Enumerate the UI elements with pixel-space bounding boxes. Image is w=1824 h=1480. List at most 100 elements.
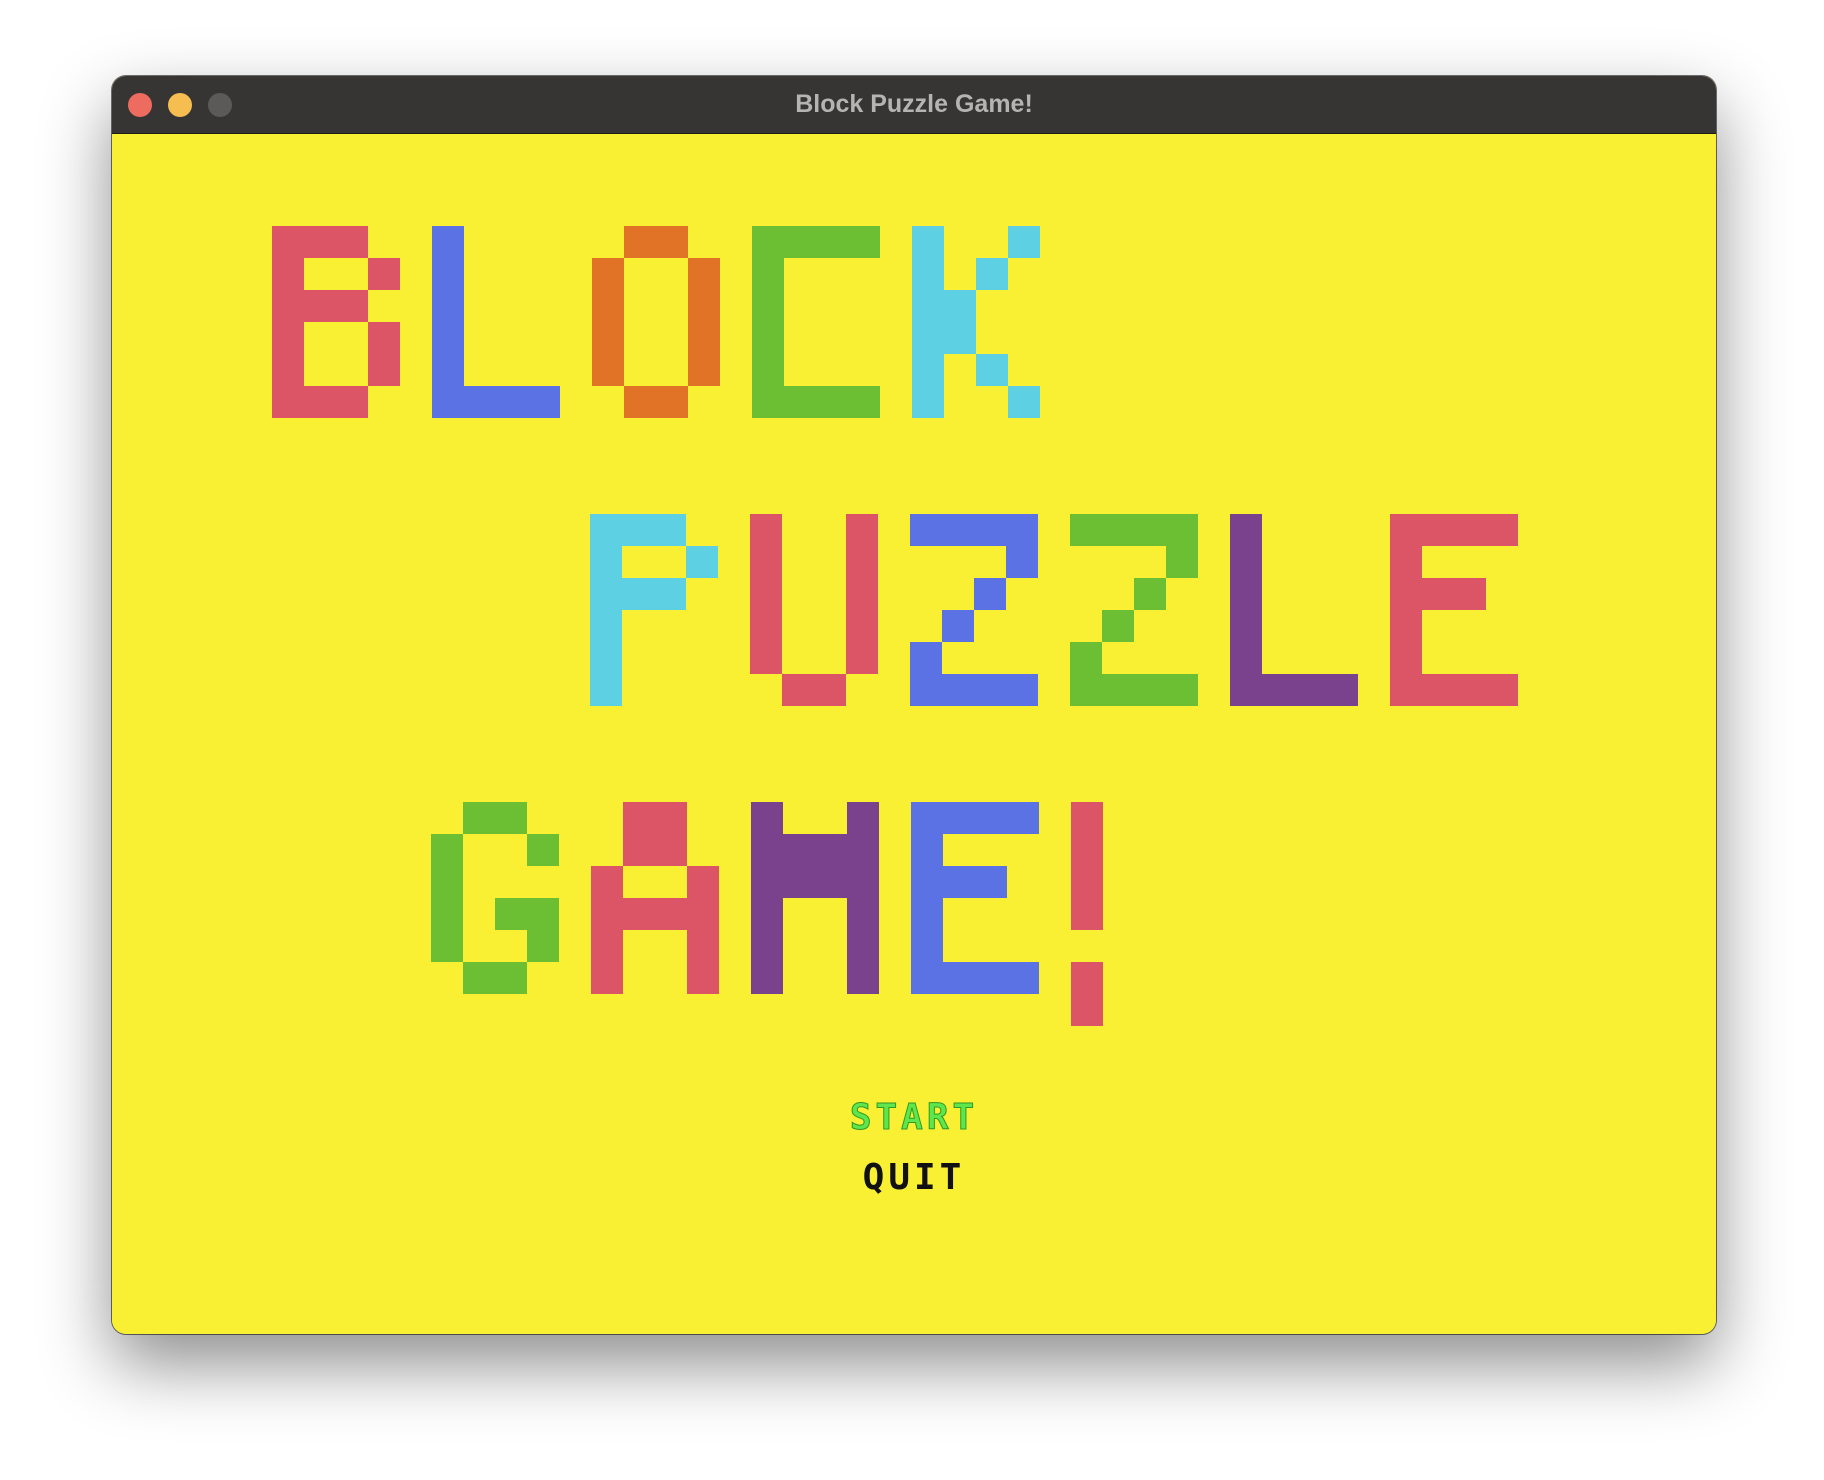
title-pixel <box>1230 546 1262 578</box>
title-pixel <box>1230 674 1262 706</box>
title-pixel <box>431 898 463 930</box>
title-pixel <box>752 322 784 354</box>
title-pixel <box>655 802 687 834</box>
title-pixel <box>1422 578 1454 610</box>
title-pixel <box>654 578 686 610</box>
title-pixel <box>1454 674 1486 706</box>
title-pixel <box>1134 514 1166 546</box>
title-pixel <box>463 802 495 834</box>
title-pixel <box>846 514 878 546</box>
title-pixel <box>1230 578 1262 610</box>
title-pixel <box>432 290 464 322</box>
title-pixel <box>752 386 784 418</box>
title-pixel <box>272 258 304 290</box>
title-pixel <box>432 322 464 354</box>
title-pixel <box>687 930 719 962</box>
title-pixel <box>527 834 559 866</box>
title-pixel <box>847 802 879 834</box>
title-pixel <box>1230 514 1262 546</box>
title-pixel <box>847 866 879 898</box>
title-pixel <box>847 834 879 866</box>
title-pixel <box>942 610 974 642</box>
title-pixel <box>432 354 464 386</box>
title-pixel <box>591 930 623 962</box>
title-pixel <box>848 226 880 258</box>
title-pixel <box>1454 514 1486 546</box>
title-pixel <box>750 578 782 610</box>
title-pixel <box>686 546 718 578</box>
game-window: Block Puzzle Game! START QUIT <box>112 76 1716 1334</box>
title-pixel <box>752 290 784 322</box>
title-pixel <box>783 834 815 866</box>
title-pixel <box>1007 802 1039 834</box>
title-pixel <box>1166 546 1198 578</box>
title-pixel <box>624 226 656 258</box>
title-pixel <box>590 610 622 642</box>
start-menu-option[interactable]: START <box>112 1097 1716 1139</box>
title-pixel <box>784 226 816 258</box>
title-pixel <box>1070 674 1102 706</box>
title-pixel <box>655 834 687 866</box>
title-pixel <box>912 322 944 354</box>
title-pixel <box>944 322 976 354</box>
title-bar: Block Puzzle Game! <box>112 76 1716 134</box>
title-pixel <box>656 226 688 258</box>
title-pixel <box>1008 386 1040 418</box>
title-pixel <box>272 290 304 322</box>
title-pixel <box>688 290 720 322</box>
title-pixel <box>1294 674 1326 706</box>
title-pixel <box>974 514 1006 546</box>
title-pixel <box>654 514 686 546</box>
title-pixel <box>496 386 528 418</box>
title-pixel <box>1486 514 1518 546</box>
title-pixel <box>848 386 880 418</box>
title-pixel <box>432 226 464 258</box>
title-pixel <box>911 898 943 930</box>
title-pixel <box>975 802 1007 834</box>
quit-menu-option[interactable]: QUIT <box>112 1157 1716 1198</box>
title-pixel <box>784 386 816 418</box>
title-pixel <box>1166 674 1198 706</box>
title-pixel <box>590 642 622 674</box>
title-pixel <box>1230 642 1262 674</box>
title-pixel <box>943 866 975 898</box>
title-pixel <box>1422 674 1454 706</box>
title-pixel <box>1134 578 1166 610</box>
title-pixel <box>1102 610 1134 642</box>
title-pixel <box>622 514 654 546</box>
title-pixel <box>495 898 527 930</box>
title-pixel <box>751 834 783 866</box>
title-pixel <box>846 610 878 642</box>
title-pixel <box>1390 610 1422 642</box>
title-pixel <box>622 578 654 610</box>
title-pixel <box>847 962 879 994</box>
title-pixel <box>432 258 464 290</box>
title-pixel <box>750 642 782 674</box>
title-pixel <box>943 962 975 994</box>
title-pixel <box>847 930 879 962</box>
title-pixel <box>910 514 942 546</box>
title-pixel <box>976 258 1008 290</box>
title-pixel <box>272 386 304 418</box>
title-pixel <box>431 866 463 898</box>
title-pixel <box>1390 514 1422 546</box>
title-pixel <box>623 802 655 834</box>
title-pixel <box>495 802 527 834</box>
title-pixel <box>1006 546 1038 578</box>
title-pixel <box>814 674 846 706</box>
title-pixel <box>1390 674 1422 706</box>
title-pixel <box>751 802 783 834</box>
title-pixel <box>432 386 464 418</box>
title-pixel <box>1071 898 1103 930</box>
title-pixel <box>1006 674 1038 706</box>
title-pixel <box>304 386 336 418</box>
title-pixel <box>336 226 368 258</box>
title-pixel <box>942 674 974 706</box>
title-pixel <box>1166 514 1198 546</box>
title-pixel <box>752 226 784 258</box>
title-pixel <box>591 898 623 930</box>
title-pixel <box>751 898 783 930</box>
title-pixel <box>336 290 368 322</box>
title-pixel <box>688 322 720 354</box>
title-pixel <box>975 866 1007 898</box>
